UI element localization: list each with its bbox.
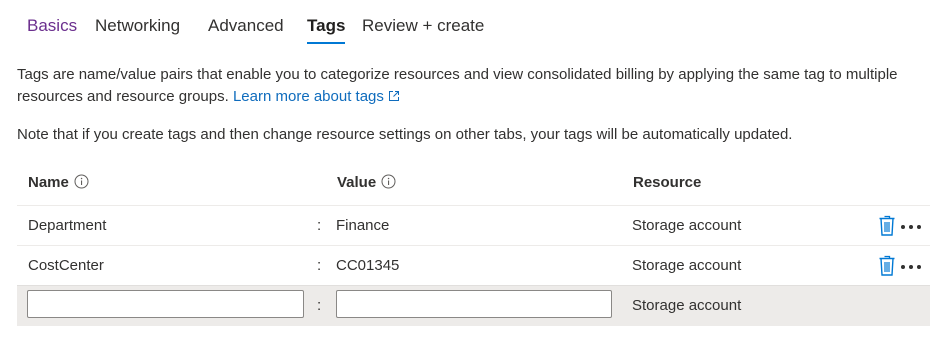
column-header-name-label: Name: [28, 174, 69, 191]
tab-tags[interactable]: Tags: [307, 14, 346, 44]
new-tag-value-input[interactable]: [336, 290, 612, 318]
tag-value[interactable]: Finance: [336, 215, 389, 237]
tag-resource: Storage account: [632, 217, 742, 234]
learn-more-label: Learn more about tags: [232, 88, 384, 105]
more-icon[interactable]: [901, 262, 923, 272]
trash-icon[interactable]: [878, 215, 896, 237]
tags-note: Note that if you create tags and then ch…: [17, 126, 793, 143]
column-header-value-label: Value: [337, 174, 377, 191]
tab-basics[interactable]: Basics: [27, 14, 77, 38]
wizard-tabs: Basics Networking Advanced Tags Review +…: [0, 0, 942, 48]
trash-icon[interactable]: [878, 255, 896, 277]
new-tag-name-input[interactable]: [27, 290, 304, 318]
external-link-icon: [388, 91, 399, 101]
tags-description: Tags are name/value pairs that enable yo…: [17, 64, 927, 108]
tab-advanced[interactable]: Advanced: [208, 14, 284, 38]
more-icon[interactable]: [901, 222, 923, 232]
name-value-separator: :: [317, 297, 322, 314]
table-row: CostCenter : CC01345 Storage account: [17, 245, 930, 286]
tag-name[interactable]: CostCenter: [28, 255, 104, 277]
description-text: Tags are name/value pairs that enable yo…: [17, 66, 898, 105]
info-icon[interactable]: [74, 174, 89, 189]
name-value-separator: :: [317, 217, 322, 234]
column-header-resource: Resource: [633, 174, 702, 191]
column-header-value: Value: [337, 172, 396, 194]
name-value-separator: :: [317, 257, 322, 274]
info-icon[interactable]: [381, 174, 396, 189]
tag-value[interactable]: CC01345: [336, 255, 399, 277]
tag-resource: Storage account: [632, 297, 742, 314]
learn-more-link[interactable]: Learn more about tags: [233, 88, 400, 105]
table-row: Department : Finance Storage account: [17, 205, 930, 246]
tag-resource: Storage account: [632, 257, 742, 274]
tab-networking[interactable]: Networking: [95, 14, 180, 38]
column-header-name: Name: [28, 172, 89, 194]
tab-review-create[interactable]: Review + create: [362, 14, 484, 38]
tag-name[interactable]: Department: [28, 215, 106, 237]
new-tag-row: : Storage account: [17, 285, 930, 326]
